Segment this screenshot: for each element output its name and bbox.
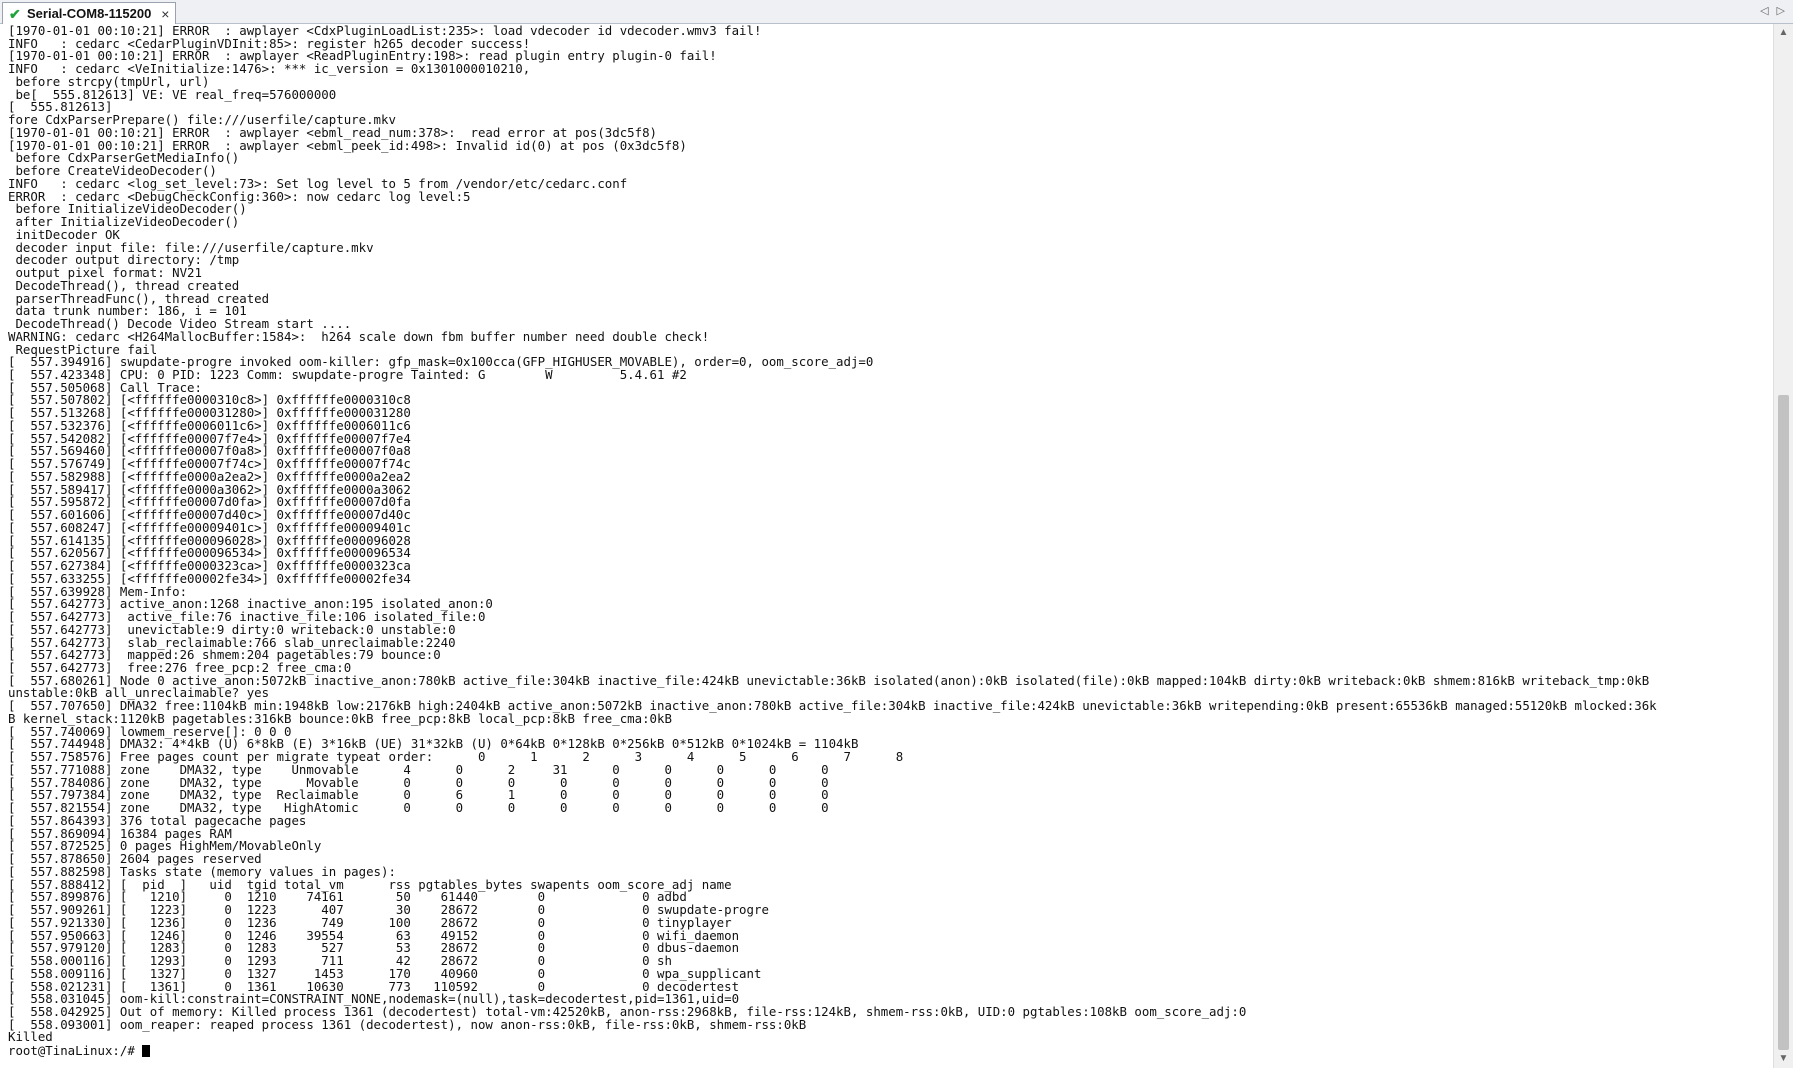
tab-bar: ✔ Serial-COM8-115200 × ◁ ▷ [0,0,1793,24]
shell-prompt: root@TinaLinux:/# [8,1043,143,1059]
scroll-thumb[interactable] [1778,394,1789,1050]
terminal-prompt-line[interactable]: root@TinaLinux:/# [8,1043,151,1059]
tab-scroll-left-icon[interactable]: ◁ [1760,4,1768,17]
scroll-down-icon[interactable]: ▼ [1774,1050,1793,1068]
close-icon[interactable]: × [161,6,169,22]
terminal-line: [ 558.093001] oom_reaper: reaped process… [8,1016,807,1032]
check-icon: ✔ [9,5,21,22]
text-cursor [142,1045,151,1058]
scroll-up-icon[interactable]: ▲ [1774,24,1793,42]
tab-scroll-right-icon[interactable]: ▷ [1777,4,1785,17]
terminal-output[interactable]: [1970-01-01 00:10:21] ERROR : awplayer <… [0,24,1773,1068]
tab-nav: ◁ ▷ [1760,4,1785,17]
serial-terminal-window: ✔ Serial-COM8-115200 × ◁ ▷ [1970-01-01 0… [0,0,1793,1068]
tab-label: Serial-COM8-115200 [27,6,152,21]
vertical-scrollbar[interactable]: ▲ ▼ [1773,24,1793,1068]
tab-serial-com8[interactable]: ✔ Serial-COM8-115200 × [2,2,176,24]
